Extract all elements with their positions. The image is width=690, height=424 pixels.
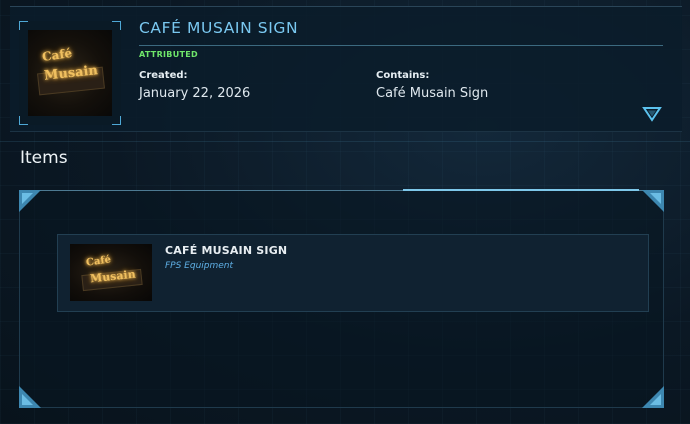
- chevron-down-icon: [642, 107, 662, 122]
- section-divider: [0, 141, 690, 142]
- corner-triangle-icon: [19, 190, 41, 212]
- status-badge: ATTRIBUTED: [139, 50, 198, 59]
- item-card[interactable]: Café Musain CAFÉ MUSAIN SIGN FPS Equipme…: [57, 234, 649, 312]
- items-panel: Café Musain CAFÉ MUSAIN SIGN FPS Equipme…: [19, 189, 664, 408]
- frame-corner: [19, 21, 28, 30]
- item-thumbnail-frame[interactable]: Café Musain: [19, 21, 121, 125]
- frame-corner: [19, 116, 28, 125]
- contains-label: Contains:: [376, 70, 430, 81]
- corner-triangle-icon: [19, 386, 41, 408]
- sign-text-line1: Café: [85, 254, 112, 269]
- page-title: CAFÉ MUSAIN SIGN: [139, 19, 299, 37]
- item-thumbnail-image: Café Musain: [28, 30, 112, 116]
- contains-value: Café Musain Sign: [376, 86, 489, 101]
- corner-triangle-icon: [642, 190, 664, 212]
- items-section-title: Items: [20, 148, 68, 168]
- panel-highlight: [403, 189, 639, 191]
- item-name: CAFÉ MUSAIN SIGN: [165, 244, 288, 257]
- item-card-thumbnail: Café Musain: [70, 244, 152, 301]
- created-label: Created:: [139, 70, 188, 81]
- title-divider: [139, 45, 663, 46]
- item-type: FPS Equipment: [165, 261, 234, 271]
- created-value: January 22, 2026: [139, 86, 251, 101]
- frame-corner: [112, 21, 121, 30]
- corner-triangle-icon: [642, 386, 664, 408]
- expand-button[interactable]: [642, 105, 662, 123]
- sign-text-line1: Café: [41, 45, 73, 65]
- frame-corner: [112, 116, 121, 125]
